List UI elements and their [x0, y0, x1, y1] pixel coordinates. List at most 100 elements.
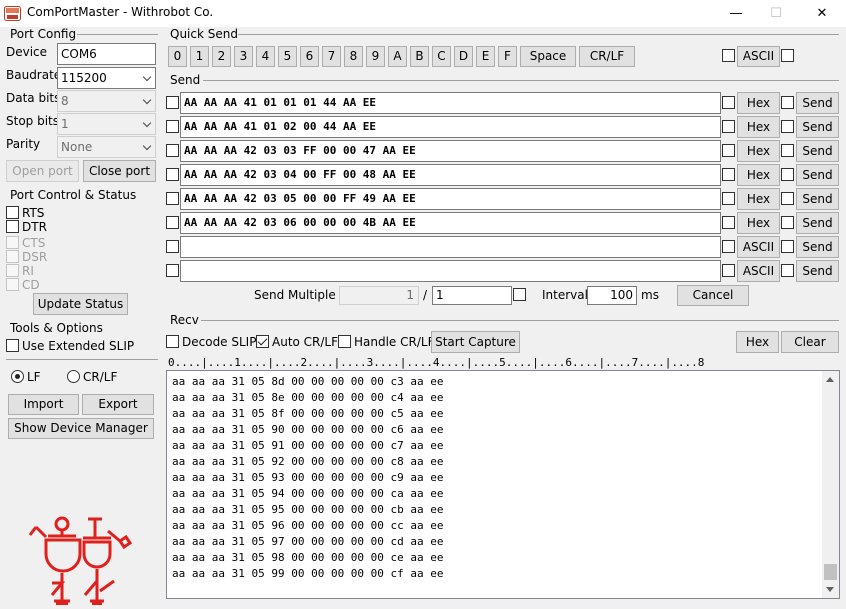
close-window-button[interactable]: ✕ — [800, 0, 844, 27]
quick-key-7[interactable]: 7 — [322, 46, 341, 67]
quick-key-f[interactable]: F — [498, 46, 517, 67]
quick-key-9[interactable]: 9 — [366, 46, 385, 67]
send-row-checkbox[interactable] — [166, 144, 179, 157]
stopbits-select[interactable]: 1 — [57, 113, 156, 135]
quick-ascii-button[interactable]: ASCII — [737, 46, 780, 67]
send-row-mode-checkbox[interactable] — [722, 216, 735, 229]
send-row-send-button[interactable]: Send — [796, 188, 839, 210]
baudrate-select[interactable]: 115200 — [57, 67, 156, 89]
quick-key-a[interactable]: A — [388, 46, 407, 67]
auto-crlf-checkbox[interactable] — [256, 335, 269, 348]
send-row-send-button[interactable]: Send — [796, 260, 839, 282]
send-row-input[interactable] — [180, 236, 721, 258]
send-row-send-button[interactable]: Send — [796, 236, 839, 258]
handle-crlf-checkbox[interactable] — [338, 335, 351, 348]
quick-key-e[interactable]: E — [476, 46, 495, 67]
recv-scrollbar[interactable] — [822, 371, 839, 598]
scroll-thumb[interactable] — [824, 564, 837, 580]
send-row-input[interactable]: AA AA AA 41 01 01 01 44 AA EE — [180, 92, 721, 114]
send-row-auto-checkbox[interactable] — [781, 120, 794, 133]
crlf-radio[interactable] — [67, 370, 80, 383]
scroll-down-icon[interactable] — [826, 587, 834, 592]
send-row-input[interactable]: AA AA AA 41 01 02 00 44 AA EE — [180, 116, 721, 138]
export-button[interactable]: Export — [82, 394, 154, 415]
send-row-checkbox[interactable] — [166, 192, 179, 205]
quick-key-4[interactable]: 4 — [256, 46, 275, 67]
clear-button[interactable]: Clear — [781, 331, 839, 353]
send-row-send-button[interactable]: Send — [796, 116, 839, 138]
send-row-mode-button[interactable]: Hex — [737, 116, 780, 138]
quick-crlf-button[interactable]: CR/LF — [579, 46, 635, 67]
send-row-mode-checkbox[interactable] — [722, 264, 735, 277]
send-row-auto-checkbox[interactable] — [781, 192, 794, 205]
minimize-button[interactable]: — — [714, 0, 758, 27]
send-row-mode-checkbox[interactable] — [722, 96, 735, 109]
send-row-mode-checkbox[interactable] — [722, 120, 735, 133]
recv-text-area[interactable]: aa aa aa 31 05 8d 00 00 00 00 00 c3 aa e… — [166, 370, 840, 599]
databits-select[interactable]: 8 — [57, 90, 156, 112]
send-row-input[interactable]: AA AA AA 42 03 04 00 FF 00 48 AA EE — [180, 164, 721, 186]
send-row-mode-button[interactable]: ASCII — [737, 260, 780, 282]
parity-select[interactable]: None — [57, 136, 156, 158]
close-port-button[interactable]: Close port — [83, 160, 156, 182]
send-row-mode-button[interactable]: ASCII — [737, 236, 780, 258]
send-row-checkbox[interactable] — [166, 240, 179, 253]
quick-key-0[interactable]: 0 — [168, 46, 187, 67]
send-row-checkbox[interactable] — [166, 120, 179, 133]
send-row-auto-checkbox[interactable] — [781, 168, 794, 181]
update-status-button[interactable]: Update Status — [33, 293, 128, 315]
rts-checkbox[interactable] — [6, 206, 19, 219]
send-row-input[interactable]: AA AA AA 42 03 05 00 00 FF 49 AA EE — [180, 188, 721, 210]
send-row-mode-button[interactable]: Hex — [737, 164, 780, 186]
quick-key-b[interactable]: B — [410, 46, 429, 67]
quick-key-1[interactable]: 1 — [190, 46, 209, 67]
send-row-auto-checkbox[interactable] — [781, 264, 794, 277]
send-row-auto-checkbox[interactable] — [781, 144, 794, 157]
send-row-input[interactable]: AA AA AA 42 03 06 00 00 00 4B AA EE — [180, 212, 721, 234]
quick-key-c[interactable]: C — [432, 46, 451, 67]
quick-ascii-checkbox-left[interactable] — [722, 49, 735, 62]
send-row-checkbox[interactable] — [166, 216, 179, 229]
quick-ascii-checkbox-right[interactable] — [781, 49, 794, 62]
send-row-mode-checkbox[interactable] — [722, 168, 735, 181]
quick-key-6[interactable]: 6 — [300, 46, 319, 67]
send-row-mode-button[interactable]: Hex — [737, 212, 780, 234]
device-input[interactable]: COM6 — [57, 43, 156, 65]
send-multiple-checkbox[interactable] — [513, 288, 526, 301]
import-button[interactable]: Import — [8, 394, 79, 415]
dtr-checkbox[interactable] — [6, 220, 19, 233]
quick-key-8[interactable]: 8 — [344, 46, 363, 67]
lf-radio[interactable] — [11, 370, 24, 383]
send-row-auto-checkbox[interactable] — [781, 96, 794, 109]
send-row-send-button[interactable]: Send — [796, 92, 839, 114]
restore-button[interactable]: ☐ — [754, 0, 798, 27]
send-row-send-button[interactable]: Send — [796, 164, 839, 186]
start-capture-button[interactable]: Start Capture — [431, 331, 520, 353]
send-row-mode-button[interactable]: Hex — [737, 92, 780, 114]
send-row-send-button[interactable]: Send — [796, 140, 839, 162]
open-port-button[interactable]: Open port — [6, 160, 79, 182]
send-row-input[interactable]: AA AA AA 42 03 03 FF 00 00 47 AA EE — [180, 140, 721, 162]
cancel-button[interactable]: Cancel — [677, 285, 749, 306]
send-row-send-button[interactable]: Send — [796, 212, 839, 234]
send-row-auto-checkbox[interactable] — [781, 240, 794, 253]
decode-slip-checkbox[interactable] — [166, 335, 179, 348]
quick-space-button[interactable]: Space — [520, 46, 576, 67]
send-row-checkbox[interactable] — [166, 168, 179, 181]
send-row-mode-button[interactable]: Hex — [737, 140, 780, 162]
send-row-auto-checkbox[interactable] — [781, 216, 794, 229]
send-multiple-total-input[interactable]: 1 — [432, 286, 512, 305]
send-row-input[interactable] — [180, 260, 721, 282]
scroll-up-icon[interactable] — [826, 377, 834, 382]
send-row-mode-checkbox[interactable] — [722, 192, 735, 205]
recv-hex-button[interactable]: Hex — [736, 331, 779, 353]
quick-key-2[interactable]: 2 — [212, 46, 231, 67]
show-device-manager-button[interactable]: Show Device Manager — [8, 418, 154, 439]
send-row-mode-checkbox[interactable] — [722, 144, 735, 157]
send-row-checkbox[interactable] — [166, 96, 179, 109]
extended-slip-checkbox[interactable] — [6, 339, 19, 352]
send-row-mode-checkbox[interactable] — [722, 240, 735, 253]
send-row-checkbox[interactable] — [166, 264, 179, 277]
interval-input[interactable]: 100 — [587, 286, 637, 305]
quick-key-5[interactable]: 5 — [278, 46, 297, 67]
